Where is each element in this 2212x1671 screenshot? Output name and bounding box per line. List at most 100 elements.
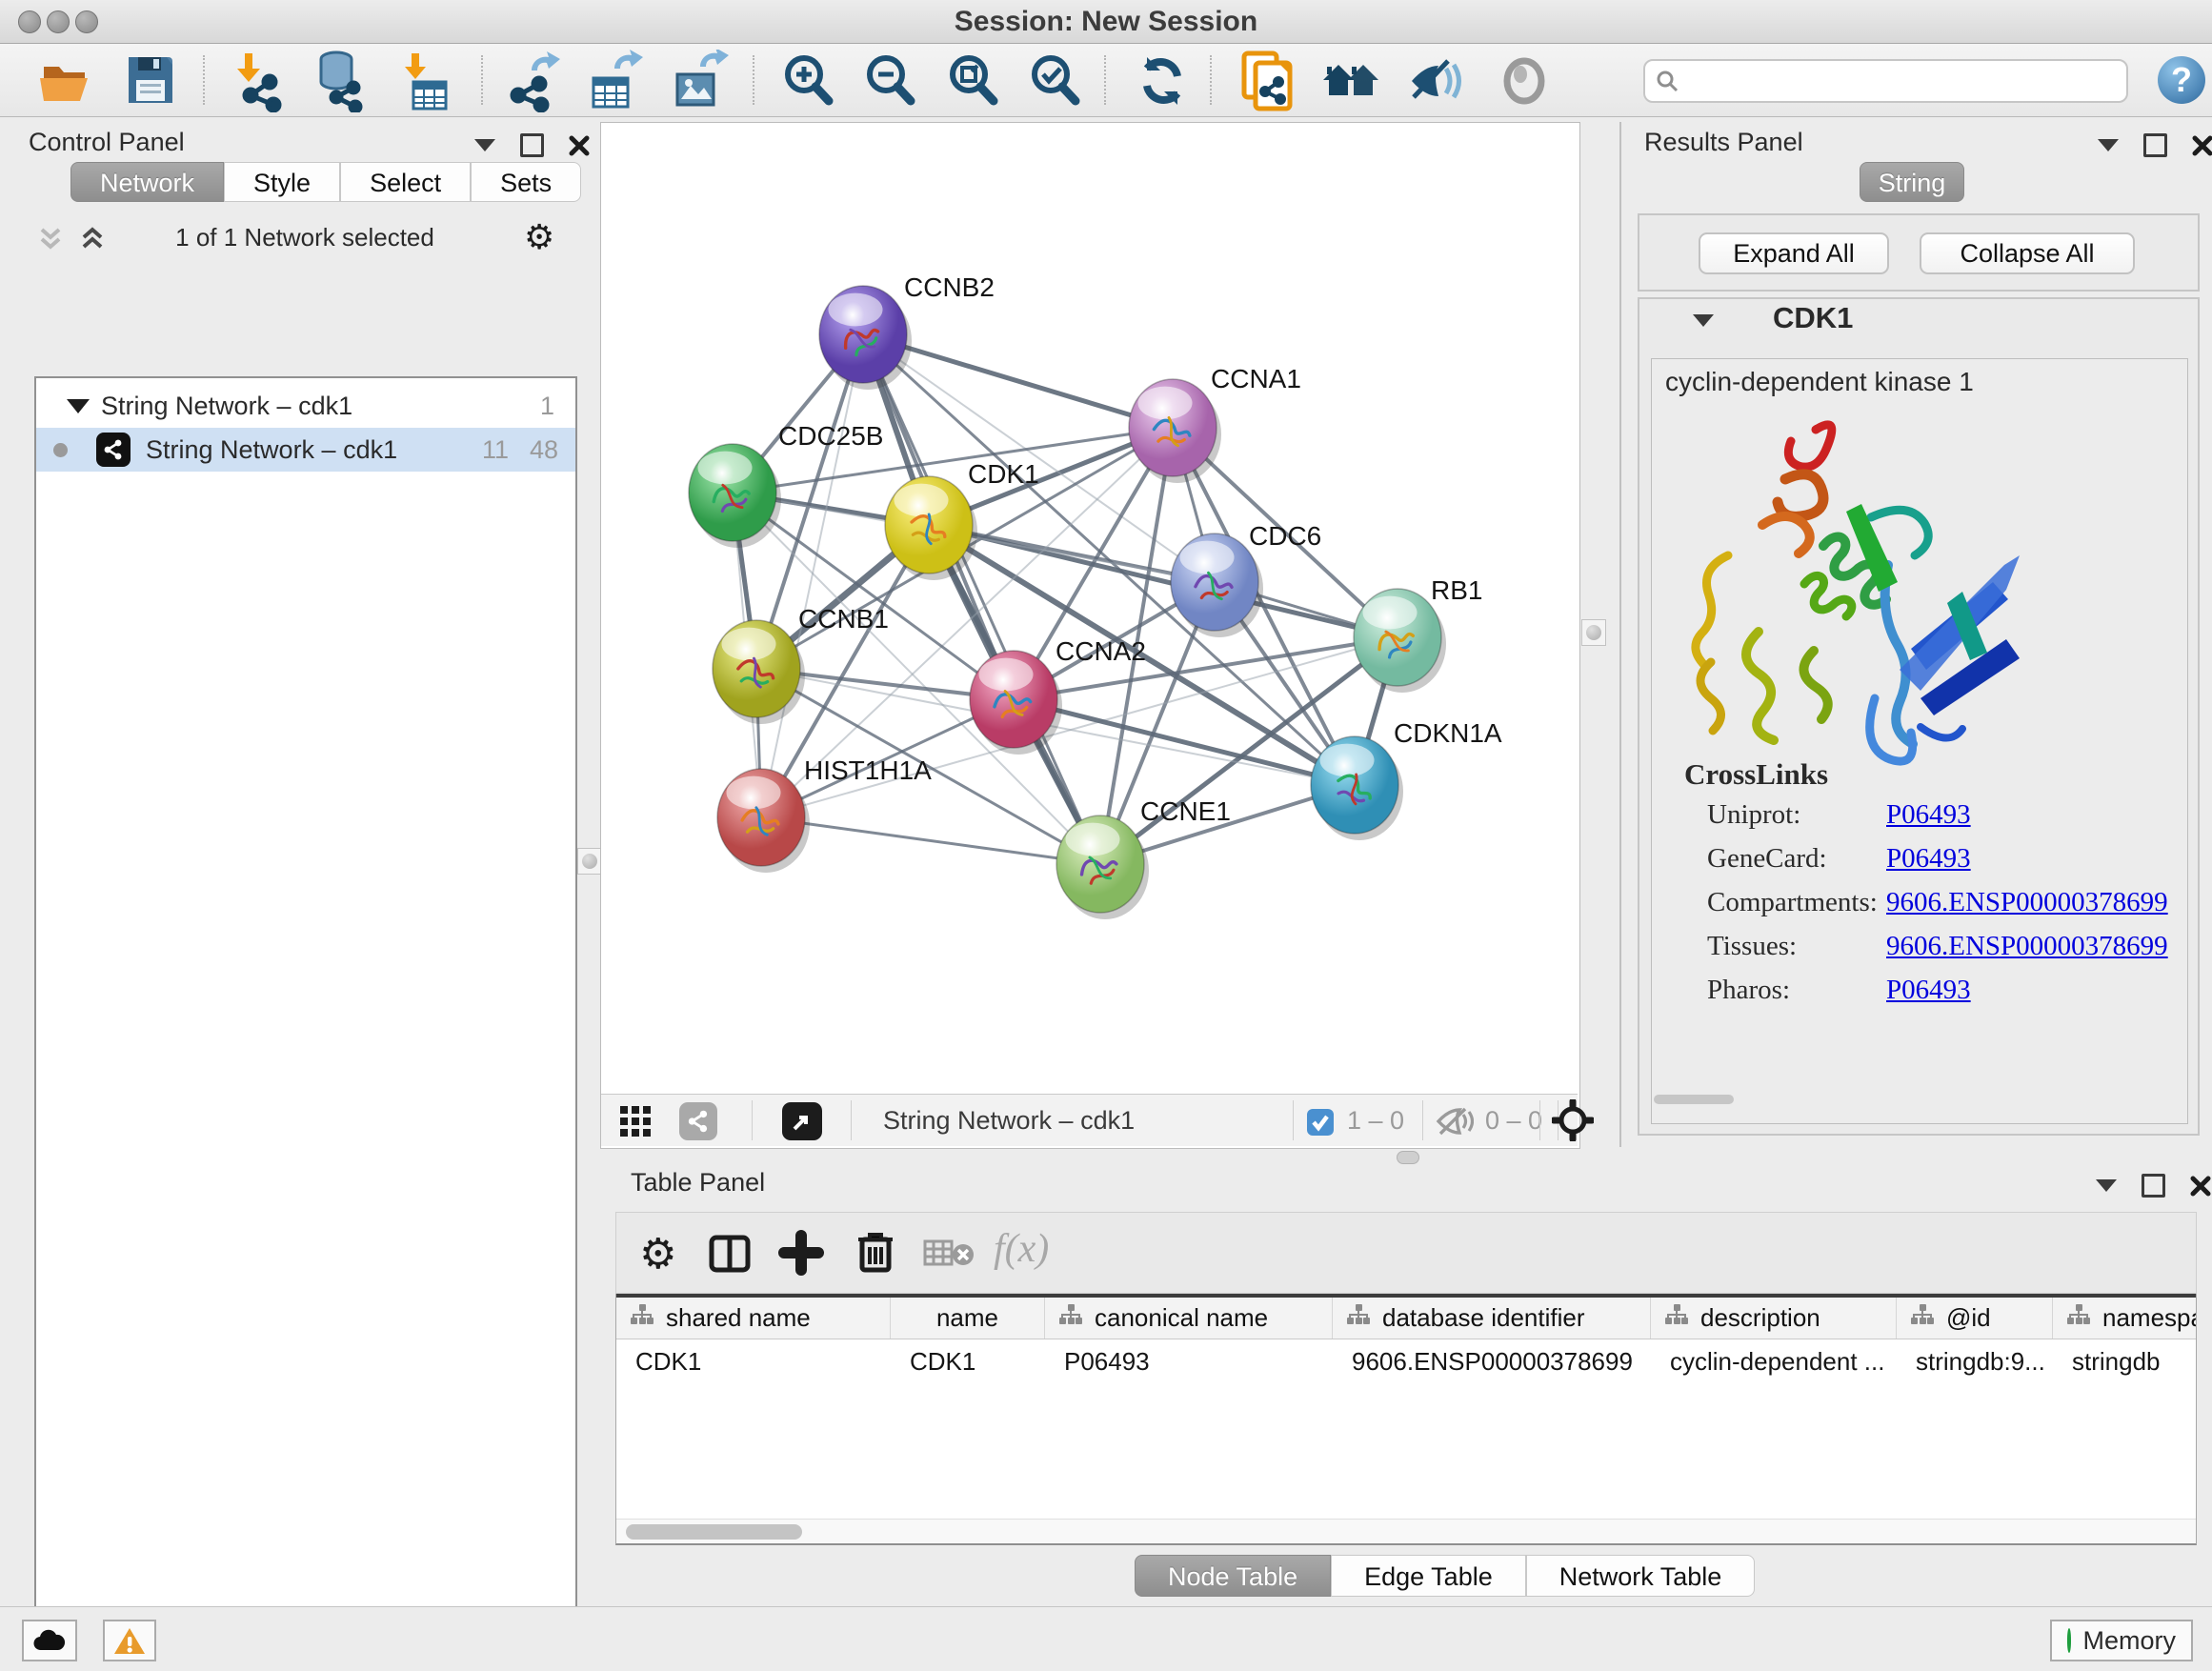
network-options-gear-icon[interactable]: ⚙: [524, 217, 554, 257]
float-panel-icon[interactable]: [2142, 1174, 2165, 1198]
node-CCNA2[interactable]: [970, 651, 1062, 755]
cell-database-identifier[interactable]: 9606.ENSP00000378699: [1333, 1339, 1651, 1383]
left-splitter-handle[interactable]: [577, 848, 602, 875]
import-network-database-icon[interactable]: [308, 50, 371, 112]
import-table-icon[interactable]: [392, 50, 455, 112]
refresh-layout-icon[interactable]: [1131, 50, 1194, 112]
node-CCNA1[interactable]: [1129, 379, 1221, 483]
export-image-icon[interactable]: [666, 50, 729, 112]
column-header-namespace[interactable]: namespace: [2053, 1298, 2197, 1339]
delete-table-icon[interactable]: [923, 1238, 976, 1270]
tab-select[interactable]: Select: [340, 162, 471, 202]
hide-glass-eye-icon[interactable]: [1404, 50, 1467, 112]
network-type-share-icon[interactable]: [679, 1102, 717, 1140]
toolbar-separator: [753, 55, 754, 105]
network-row-selected[interactable]: String Network – cdk1 11 48: [36, 428, 575, 472]
zoom-in-icon[interactable]: [777, 50, 840, 112]
cell-shared-name[interactable]: CDK1: [616, 1339, 891, 1383]
crosslink-row: Uniprot:P06493: [1707, 799, 2183, 831]
table-hscrollbar[interactable]: [616, 1519, 2196, 1544]
table-hscroll-thumb[interactable]: [626, 1524, 802, 1540]
column-header-shared-name[interactable]: shared name: [616, 1298, 891, 1339]
network-from-clipboard-icon[interactable]: [1237, 50, 1299, 112]
memory-button[interactable]: Memory: [2050, 1620, 2193, 1661]
home-stringify-icon[interactable]: [1319, 50, 1382, 112]
search-input[interactable]: [1679, 64, 2126, 98]
crosslink-value-link[interactable]: P06493: [1886, 799, 1971, 831]
right-splitter-handle[interactable]: [1581, 619, 1606, 646]
crosslink-value-link[interactable]: 9606.ENSP00000378699: [1886, 887, 2168, 918]
node-CDC25B[interactable]: [689, 444, 781, 548]
node-CDK1[interactable]: [885, 476, 977, 580]
cloud-status-button[interactable]: [22, 1620, 77, 1661]
function-builder-icon[interactable]: f(x): [994, 1226, 1049, 1272]
search-field[interactable]: [1643, 59, 2128, 103]
column-header-name[interactable]: name: [891, 1298, 1045, 1339]
node-CCNB2[interactable]: [819, 286, 912, 390]
close-panel-icon[interactable]: [2192, 135, 2212, 156]
tab-string[interactable]: String: [1860, 162, 1964, 202]
import-network-file-icon[interactable]: [228, 50, 291, 112]
table-settings-gear-icon[interactable]: ⚙: [639, 1230, 676, 1278]
collapse-all-button[interactable]: Collapse All: [1920, 232, 2135, 274]
cell-@id[interactable]: stringdb:9...: [1897, 1339, 2053, 1383]
pan-crosshair-icon[interactable]: [1552, 1099, 1594, 1141]
collapse-panel-icon[interactable]: [2096, 1179, 2117, 1192]
open-session-icon[interactable]: [36, 50, 99, 112]
crosslink-row: Pharos:P06493: [1707, 975, 2183, 1006]
node-CDKN1A[interactable]: [1311, 736, 1403, 840]
node-CCNE1[interactable]: [1056, 815, 1149, 919]
horizontal-splitter-handle[interactable]: [1397, 1151, 1419, 1164]
close-panel-icon[interactable]: [569, 135, 590, 156]
string-network-graph[interactable]: CCNB2CCNA1CDC25BCDK1CDC6RB1CCNB1CCNA2CDK…: [601, 123, 1578, 1094]
help-icon[interactable]: ?: [2158, 56, 2205, 104]
collapse-panel-icon[interactable]: [2098, 139, 2119, 151]
table-row[interactable]: CDK1CDK1P064939606.ENSP00000378699cyclin…: [616, 1339, 2197, 1383]
warnings-button[interactable]: [103, 1620, 156, 1661]
cell-name[interactable]: CDK1: [891, 1339, 1045, 1383]
add-column-icon[interactable]: [778, 1230, 824, 1276]
zoom-fit-icon[interactable]: [942, 50, 1005, 112]
expand-all-tree-icon[interactable]: [36, 225, 65, 253]
cell-description[interactable]: cyclin-dependent ...: [1651, 1339, 1897, 1383]
grey-eye-icon[interactable]: [1493, 50, 1556, 112]
tree-expander-icon[interactable]: [67, 399, 90, 413]
export-table-icon[interactable]: [582, 50, 645, 112]
tab-network-table[interactable]: Network Table: [1526, 1555, 1756, 1597]
network-canvas[interactable]: CCNB2CCNA1CDC25BCDK1CDC6RB1CCNB1CCNA2CDK…: [601, 123, 1578, 1094]
tab-network[interactable]: Network: [70, 162, 224, 202]
section-expander-icon[interactable]: [1693, 314, 1714, 327]
column-header-database-identifier[interactable]: database identifier: [1333, 1298, 1651, 1339]
close-panel-icon[interactable]: [2190, 1176, 2211, 1197]
delete-column-icon[interactable]: [853, 1228, 898, 1276]
save-session-icon[interactable]: [119, 50, 182, 112]
cloud-icon: [32, 1629, 67, 1652]
crosslink-value-link[interactable]: 9606.ENSP00000378699: [1886, 931, 2168, 962]
tab-sets[interactable]: Sets: [471, 162, 581, 202]
cell-namespace[interactable]: stringdb: [2053, 1339, 2197, 1383]
tab-style[interactable]: Style: [224, 162, 340, 202]
open-in-window-icon[interactable]: [782, 1102, 822, 1140]
show-columns-icon[interactable]: [708, 1232, 752, 1276]
crosslink-value-link[interactable]: P06493: [1886, 975, 1971, 1006]
tab-edge-table[interactable]: Edge Table: [1331, 1555, 1526, 1597]
export-network-icon[interactable]: [503, 50, 566, 112]
results-hscroll-thumb[interactable]: [1654, 1095, 1734, 1104]
zoom-selected-icon[interactable]: [1024, 50, 1087, 112]
edge-CCNE1-HIST1H1A[interactable]: [761, 817, 1100, 864]
collapse-panel-icon[interactable]: [474, 139, 495, 151]
selected-checkbox-icon[interactable]: [1306, 1108, 1335, 1137]
zoom-out-icon[interactable]: [859, 50, 922, 112]
collapse-all-tree-icon[interactable]: [78, 225, 107, 253]
expand-all-button[interactable]: Expand All: [1699, 232, 1889, 274]
cell-canonical-name[interactable]: P06493: [1045, 1339, 1333, 1383]
crosslink-value-link[interactable]: P06493: [1886, 843, 1971, 875]
column-header-@id[interactable]: @id: [1897, 1298, 2053, 1339]
birds-eye-view-icon[interactable]: [618, 1104, 653, 1138]
float-panel-icon[interactable]: [2143, 133, 2167, 157]
column-header-description[interactable]: description: [1651, 1298, 1897, 1339]
tab-node-table[interactable]: Node Table: [1135, 1555, 1331, 1597]
network-collection-row[interactable]: String Network – cdk1 1: [36, 384, 575, 428]
column-header-canonical-name[interactable]: canonical name: [1045, 1298, 1333, 1339]
float-panel-icon[interactable]: [520, 133, 544, 157]
